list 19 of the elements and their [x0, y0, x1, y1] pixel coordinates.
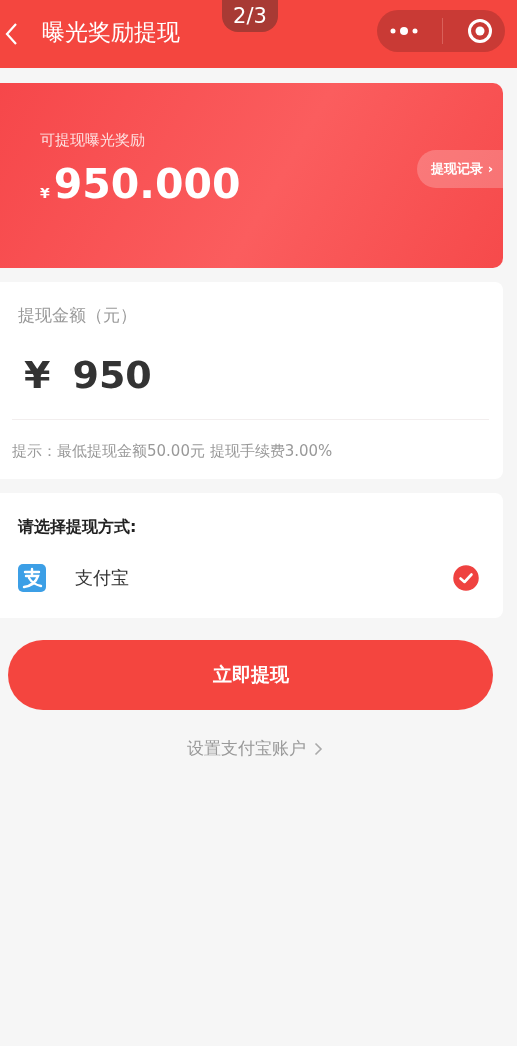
currency-symbol: ¥ — [40, 185, 50, 201]
payment-method[interactable]: 支付宝 — [0, 538, 503, 618]
amount-field[interactable]: ¥ 950 — [24, 353, 174, 397]
chevron-icon — [313, 741, 323, 756]
wallet-logo-icon — [18, 564, 46, 592]
withdraw-records-link[interactable]: 提现记录 › — [417, 150, 503, 188]
hint-text: 提示：最低提现金额50.00元 提现手续费3.00% — [12, 442, 334, 461]
method-name: 支付宝 — [75, 566, 129, 590]
close-icon[interactable] — [467, 18, 494, 44]
method-title: 请选择提现方式: — [18, 517, 138, 538]
more-icon[interactable] — [388, 26, 419, 36]
account-setup-link[interactable]: 设置支付宝账户 — [186, 737, 323, 760]
page-title: 曝光奖励提现 — [42, 17, 180, 47]
balance-amount: 950.000 — [53, 160, 241, 208]
page-counter: 2/3 — [222, 0, 278, 32]
withdraw-button[interactable]: 立即提现 — [8, 640, 493, 710]
back-icon — [4, 22, 18, 46]
balance-label: 可提现曝光奖励 — [40, 131, 146, 150]
amount-label: 提现金额（元） — [18, 304, 138, 327]
